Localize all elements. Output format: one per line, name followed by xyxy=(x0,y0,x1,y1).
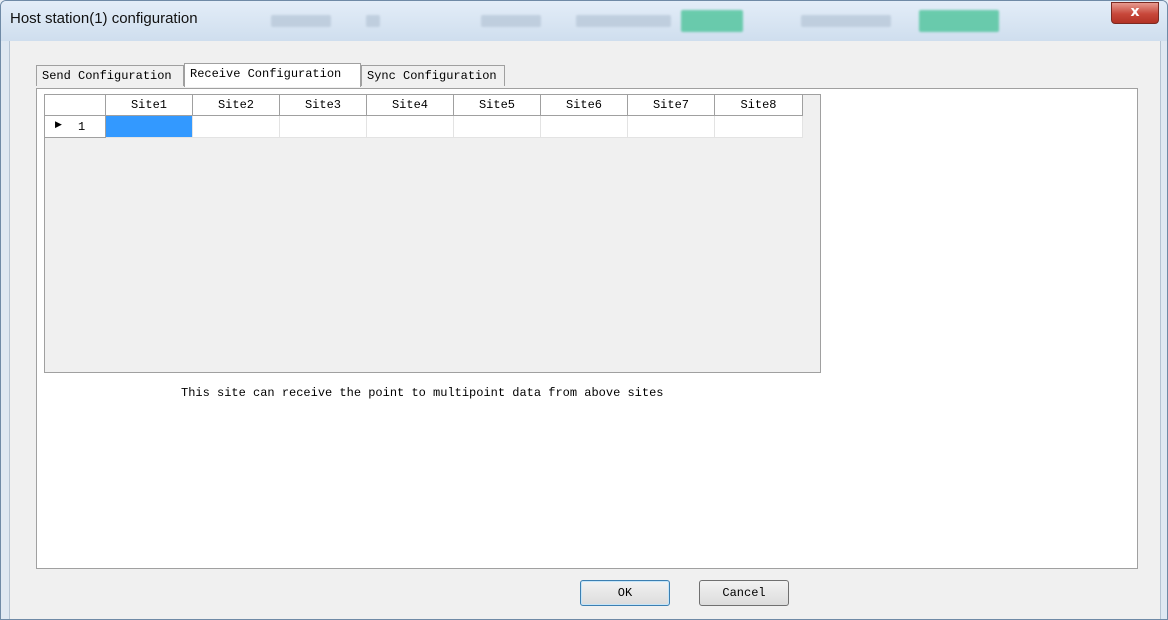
dialog-window: Host station(1) configuration x Send Con… xyxy=(0,0,1168,620)
close-button[interactable]: x xyxy=(1111,2,1159,24)
dialog-body: Send Configuration Receive Configuration… xyxy=(9,41,1161,619)
grid-cell[interactable] xyxy=(106,116,193,138)
grid-cell[interactable] xyxy=(454,116,541,138)
column-header[interactable]: Site7 xyxy=(628,95,715,116)
close-icon: x xyxy=(1130,4,1140,20)
grid-cell[interactable] xyxy=(280,116,367,138)
row-header[interactable]: ▶ 1 xyxy=(45,116,106,138)
background-artifact xyxy=(801,15,891,27)
title-bar[interactable]: Host station(1) configuration x xyxy=(1,1,1167,41)
tab-send-configuration[interactable]: Send Configuration xyxy=(36,65,184,86)
background-artifact xyxy=(271,15,331,27)
grid-cell[interactable] xyxy=(367,116,454,138)
column-header[interactable]: Site3 xyxy=(280,95,367,116)
site-grid[interactable]: Site1 Site2 Site3 Site4 Site5 Site6 Site… xyxy=(44,94,821,373)
background-artifact xyxy=(576,15,671,27)
current-row-arrow-icon: ▶ xyxy=(55,120,62,130)
grid-cell[interactable] xyxy=(541,116,628,138)
column-header[interactable]: Site2 xyxy=(193,95,280,116)
grid-corner xyxy=(45,95,106,116)
ok-button[interactable]: OK xyxy=(580,580,670,606)
background-artifact xyxy=(481,15,541,27)
background-artifact xyxy=(681,10,743,32)
tab-receive-configuration[interactable]: Receive Configuration xyxy=(184,63,361,87)
column-header[interactable]: Site4 xyxy=(367,95,454,116)
grid-cell[interactable] xyxy=(193,116,280,138)
background-artifact xyxy=(919,10,999,32)
column-header[interactable]: Site6 xyxy=(541,95,628,116)
tab-sync-configuration[interactable]: Sync Configuration xyxy=(361,65,505,86)
column-header[interactable]: Site5 xyxy=(454,95,541,116)
row-number: 1 xyxy=(78,120,86,134)
background-artifact xyxy=(366,15,380,27)
column-header[interactable]: Site8 xyxy=(715,95,803,116)
grid-cell[interactable] xyxy=(715,116,803,138)
column-header[interactable]: Site1 xyxy=(106,95,193,116)
tab-panel: Site1 Site2 Site3 Site4 Site5 Site6 Site… xyxy=(36,88,1138,569)
cancel-button[interactable]: Cancel xyxy=(699,580,789,606)
grid-cell[interactable] xyxy=(628,116,715,138)
info-text: This site can receive the point to multi… xyxy=(181,386,664,400)
window-title: Host station(1) configuration xyxy=(10,10,198,27)
